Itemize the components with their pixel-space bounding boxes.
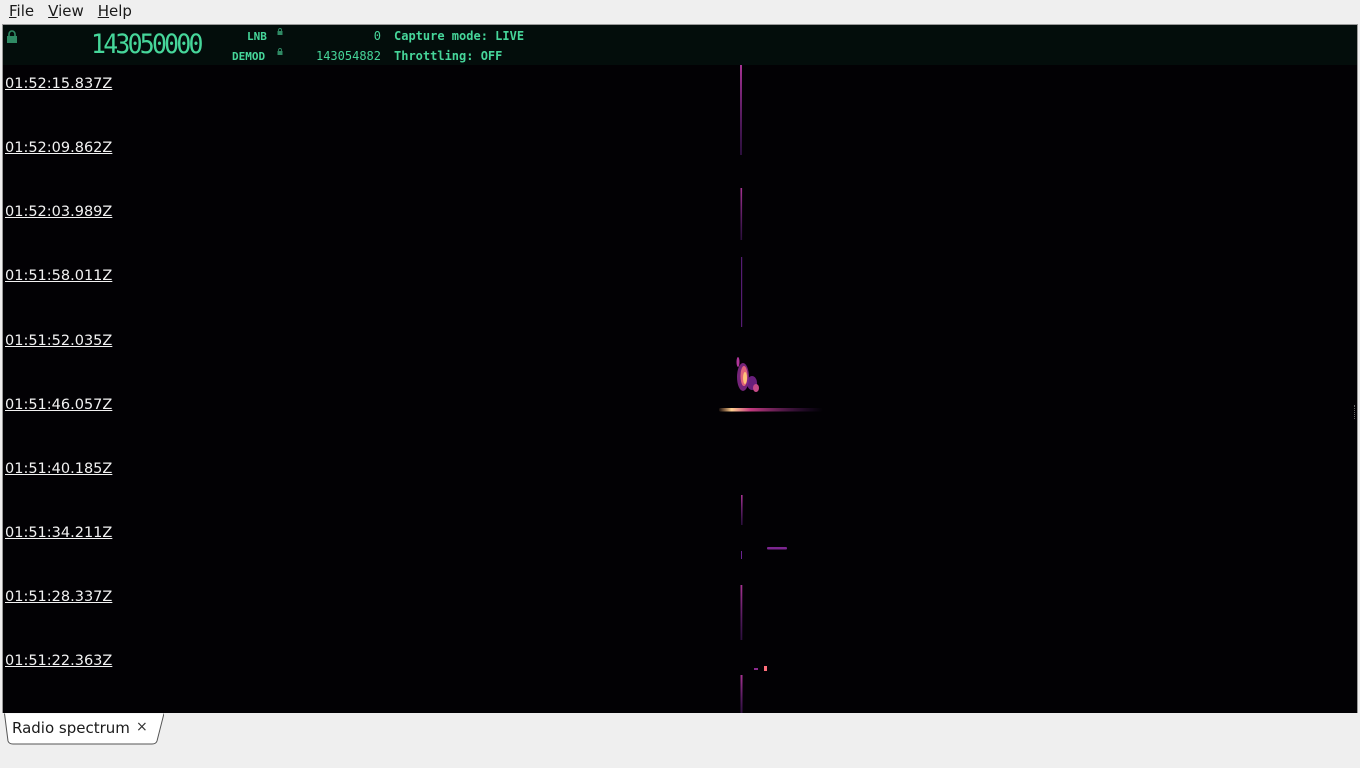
menu-view[interactable]: View <box>43 0 89 23</box>
menu-help[interactable]: Help <box>93 0 137 23</box>
timestamp-label[interactable]: 01:52:15.837Z <box>5 76 112 92</box>
waterfall-signals <box>719 65 823 714</box>
tab-bar: Radio spectrum × <box>0 713 1360 768</box>
resize-handle[interactable] <box>1354 405 1357 419</box>
capture-mode-status: Capture mode: LIVE <box>394 29 525 43</box>
timestamp-label[interactable]: 01:51:58.011Z <box>5 268 112 284</box>
carrier-segment <box>740 585 743 640</box>
radio-spectrum-panel: 143050000 LNB 0 DEMOD 143054882 Capture … <box>2 24 1358 715</box>
lnb-lock-icon[interactable] <box>277 28 283 35</box>
timestamp-label[interactable]: 01:52:03.989Z <box>5 204 112 220</box>
close-icon[interactable]: × <box>136 719 148 735</box>
lnb-frequency-value[interactable]: 0 <box>299 29 381 43</box>
timestamp-label[interactable]: 01:51:28.337Z <box>5 589 112 605</box>
horizontal-burst <box>719 408 823 412</box>
carrier-segment <box>740 65 742 155</box>
lnb-label: LNB <box>247 30 267 43</box>
timestamp-label[interactable]: 01:51:34.211Z <box>5 525 112 541</box>
signal-burst-cluster <box>736 357 759 392</box>
tab-label: Radio spectrum <box>12 719 130 737</box>
menu-bar: File View Help <box>0 0 1360 23</box>
frequency-status-panel: 143050000 LNB 0 DEMOD 143054882 Capture … <box>3 25 1357 65</box>
signal-blip <box>767 547 787 550</box>
demod-lock-icon[interactable] <box>277 48 283 55</box>
carrier-segment <box>740 188 743 240</box>
tab-radio-spectrum[interactable]: Radio spectrum × <box>4 713 164 745</box>
lock-icon[interactable] <box>6 30 18 44</box>
demod-frequency-value[interactable]: 143054882 <box>299 49 381 63</box>
demod-label: DEMOD <box>232 50 266 63</box>
timestamp-label[interactable]: 01:51:40.185Z <box>5 461 112 477</box>
timestamp-label[interactable]: 01:51:22.363Z <box>5 653 112 669</box>
carrier-segment <box>741 257 743 327</box>
timestamp-label[interactable]: 01:51:52.035Z <box>5 333 112 349</box>
throttling-status: Throttling: OFF <box>394 49 503 63</box>
carrier-segment <box>740 675 743 714</box>
timestamp-label[interactable]: 01:51:46.057Z <box>5 397 112 413</box>
timestamp-label[interactable]: 01:52:09.862Z <box>5 140 112 156</box>
signal-blip <box>754 668 758 670</box>
menu-file[interactable]: File <box>4 0 39 23</box>
carrier-segment <box>741 551 742 559</box>
waterfall-display[interactable]: 01:52:15.837Z 01:52:09.862Z 01:52:03.989… <box>3 65 1357 714</box>
signal-blip <box>764 666 767 671</box>
carrier-segment <box>741 495 743 525</box>
main-frequency-display[interactable]: 143050000 <box>91 29 204 60</box>
